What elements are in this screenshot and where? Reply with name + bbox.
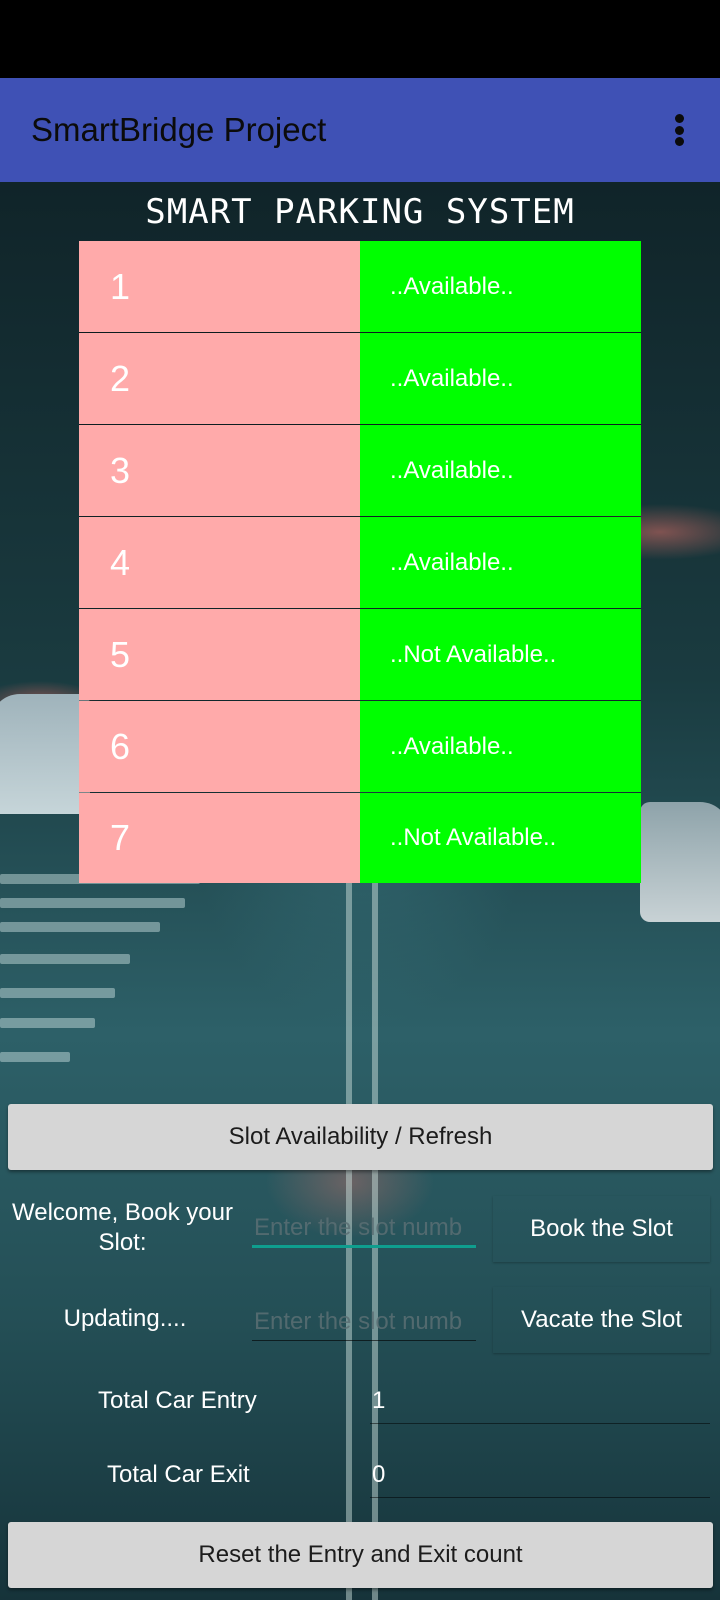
slot-row: 7 ..Not Available.. — [79, 793, 641, 883]
slot-status: ..Available.. — [360, 517, 641, 608]
slot-row: 1 ..Available.. — [79, 241, 641, 333]
total-exit-label: Total Car Exit — [107, 1461, 250, 1488]
welcome-label: Welcome, Book your Slot: — [12, 1199, 233, 1256]
status-label: Updating.... — [63, 1305, 187, 1332]
reset-count-button[interactable]: Reset the Entry and Exit count — [8, 1522, 713, 1588]
slot-number: 2 — [79, 333, 360, 424]
slot-number: 4 — [79, 517, 360, 608]
slot-number: 1 — [79, 241, 360, 332]
slot-row: 2 ..Available.. — [79, 333, 641, 425]
slot-row: 5 ..Not Available.. — [79, 609, 641, 701]
app-bar: SmartBridge Project — [0, 78, 720, 182]
slot-number: 7 — [79, 793, 360, 883]
slot-number: 6 — [79, 701, 360, 792]
slot-status: ..Available.. — [360, 701, 641, 792]
vacate-slot-input[interactable] — [252, 1303, 476, 1341]
refresh-button[interactable]: Slot Availability / Refresh — [8, 1104, 713, 1170]
slot-row: 6 ..Available.. — [79, 701, 641, 793]
vacate-slot-button[interactable]: Vacate the Slot — [493, 1287, 710, 1353]
slot-status: ..Not Available.. — [360, 793, 641, 883]
system-title: SMART PARKING SYSTEM — [145, 192, 575, 232]
car-image-right — [640, 802, 720, 922]
status-bar — [0, 0, 720, 78]
total-entry-label: Total Car Entry — [98, 1387, 257, 1414]
slot-status: ..Available.. — [360, 425, 641, 516]
car-image-left — [0, 694, 90, 814]
total-exit-value: 0 — [370, 1458, 710, 1498]
app-title: SmartBridge Project — [31, 111, 327, 148]
more-vert-icon[interactable] — [664, 108, 694, 152]
total-entry-value: 1 — [370, 1384, 710, 1424]
slot-row: 4 ..Available.. — [79, 517, 641, 609]
slot-row: 3 ..Available.. — [79, 425, 641, 517]
slot-status: ..Available.. — [360, 241, 641, 332]
slot-status: ..Available.. — [360, 333, 641, 424]
slot-number: 3 — [79, 425, 360, 516]
book-slot-input[interactable] — [252, 1210, 476, 1248]
slot-status: ..Not Available.. — [360, 609, 641, 700]
slot-table: 1 ..Available.. 2 ..Available.. 3 ..Avai… — [79, 241, 641, 883]
slot-number: 5 — [79, 609, 360, 700]
book-slot-button[interactable]: Book the Slot — [493, 1196, 710, 1262]
